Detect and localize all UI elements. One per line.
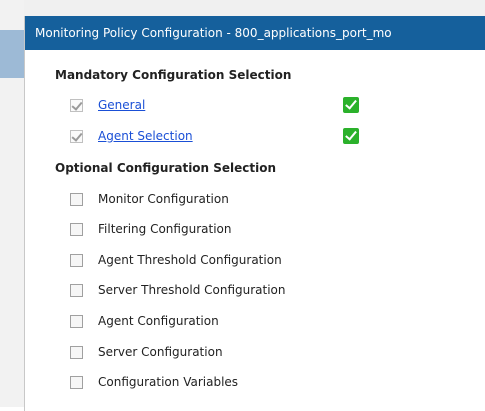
monitoring-policy-dialog: Monitoring Policy Configuration - 800_ap… bbox=[24, 16, 485, 411]
agent-selection-checkbox bbox=[70, 129, 83, 143]
general-checkbox bbox=[70, 98, 83, 112]
mandatory-item-general[interactable]: General bbox=[70, 96, 145, 114]
agent-selection-link[interactable]: Agent Selection bbox=[98, 129, 193, 143]
server-threshold-configuration-label: Server Threshold Configuration bbox=[98, 283, 286, 297]
agent-selection-complete-check-icon bbox=[343, 128, 359, 144]
mandatory-section-heading: Mandatory Configuration Selection bbox=[55, 68, 292, 82]
optional-item-agent-threshold-configuration[interactable]: Agent Threshold Configuration bbox=[70, 251, 282, 269]
background-selection bbox=[0, 30, 24, 78]
optional-item-monitor-configuration[interactable]: Monitor Configuration bbox=[70, 190, 229, 208]
optional-item-agent-configuration[interactable]: Agent Configuration bbox=[70, 312, 219, 330]
optional-section-heading: Optional Configuration Selection bbox=[55, 161, 277, 175]
configuration-variables-label: Configuration Variables bbox=[98, 375, 239, 389]
mandatory-item-agent-selection[interactable]: Agent Selection bbox=[70, 127, 193, 145]
general-link[interactable]: General bbox=[98, 98, 145, 112]
optional-item-configuration-variables[interactable]: Configuration Variables bbox=[70, 373, 238, 391]
agent-configuration-label: Agent Configuration bbox=[98, 314, 219, 328]
server-configuration-checkbox[interactable] bbox=[70, 345, 83, 359]
general-complete-check-icon bbox=[343, 97, 359, 113]
agent-threshold-configuration-checkbox[interactable] bbox=[70, 253, 83, 267]
optional-item-filtering-configuration[interactable]: Filtering Configuration bbox=[70, 220, 231, 238]
monitor-configuration-checkbox[interactable] bbox=[70, 192, 83, 206]
optional-item-server-configuration[interactable]: Server Configuration bbox=[70, 343, 223, 361]
filtering-configuration-checkbox[interactable] bbox=[70, 222, 83, 236]
agent-configuration-checkbox[interactable] bbox=[70, 314, 83, 328]
monitor-configuration-label: Monitor Configuration bbox=[98, 192, 229, 206]
server-threshold-configuration-checkbox[interactable] bbox=[70, 283, 83, 297]
filtering-configuration-label: Filtering Configuration bbox=[98, 222, 232, 236]
configuration-variables-checkbox[interactable] bbox=[70, 375, 83, 389]
server-configuration-label: Server Configuration bbox=[98, 345, 223, 359]
agent-threshold-configuration-label: Agent Threshold Configuration bbox=[98, 253, 282, 267]
dialog-title[interactable]: Monitoring Policy Configuration - 800_ap… bbox=[25, 16, 485, 50]
optional-item-server-threshold-configuration[interactable]: Server Threshold Configuration bbox=[70, 281, 286, 299]
